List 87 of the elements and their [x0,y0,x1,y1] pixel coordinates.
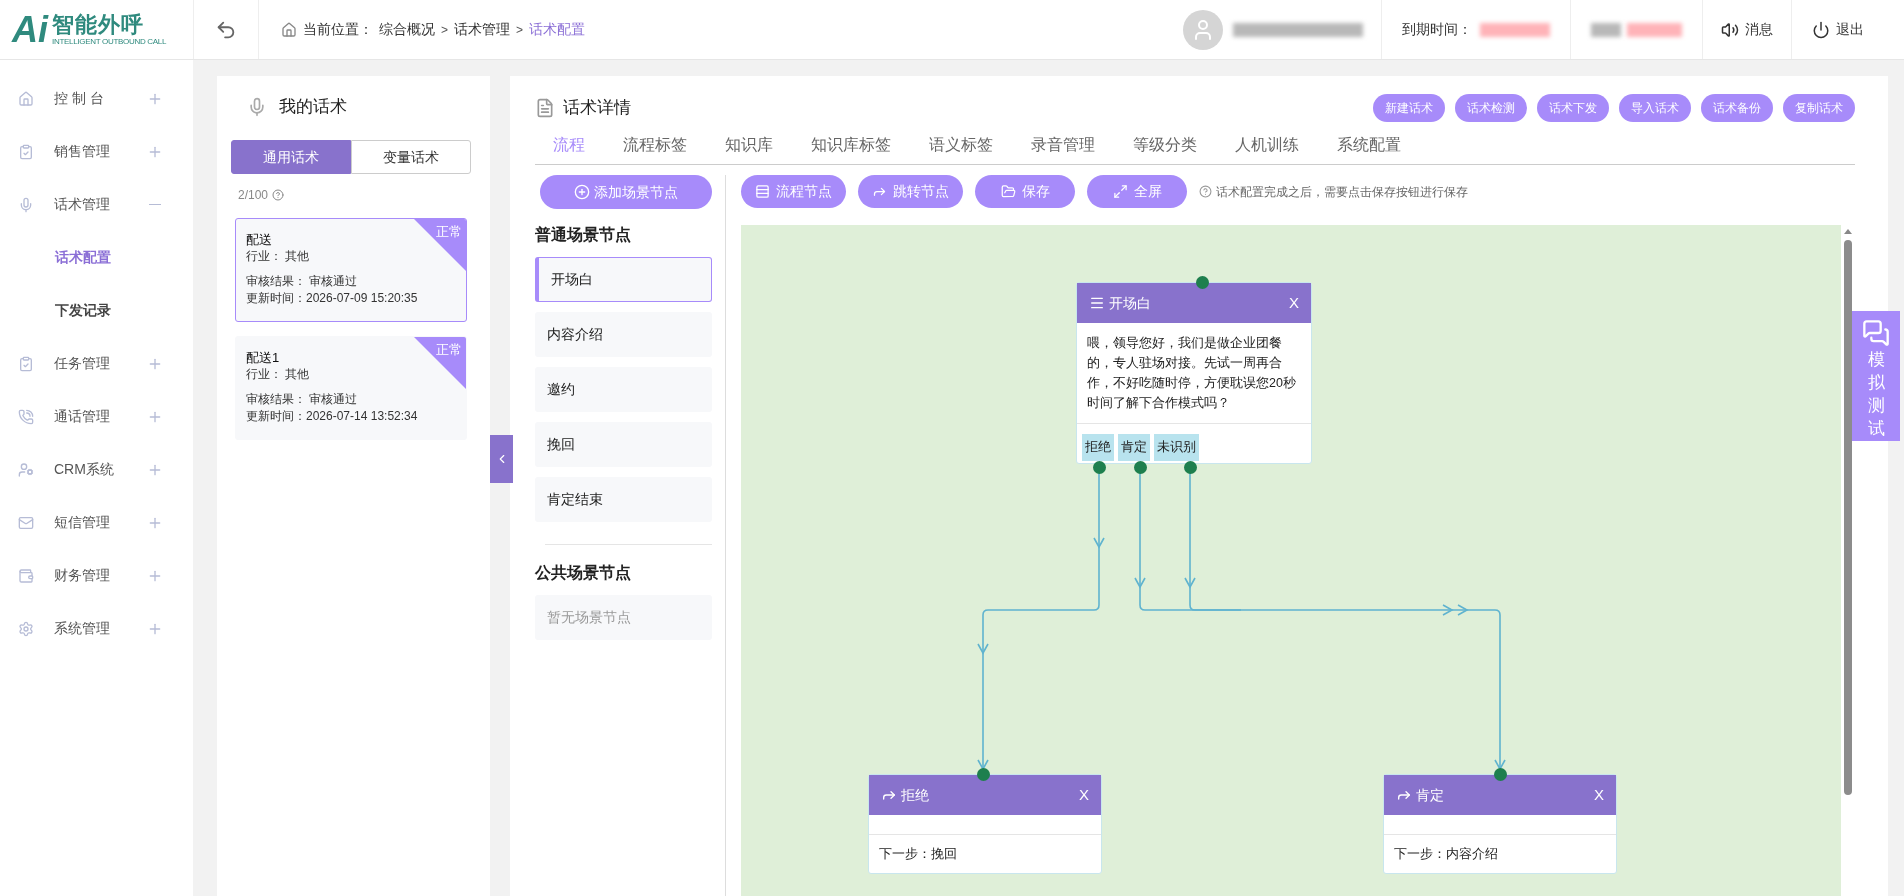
logout-button[interactable]: 退出 [1791,0,1884,59]
chat-icon [1862,319,1890,347]
flow-node[interactable]: 开场白 X 喂，领导您好，我们是做企业团餐的，专人驻场对接。先试一周再合作，不好吃随时停，方便耽误您20秒时间了解下合作模式吗？ 拒绝 肯定 未识别 [1076,282,1312,464]
scene-node-item[interactable]: 内容介绍 [535,312,712,357]
scene-node-item[interactable]: 肯定结束 [535,477,712,522]
industry-text: 行业： 其他 [246,248,311,265]
flow-node[interactable]: 拒绝 X 下一步：挽回 [868,774,1102,874]
close-button[interactable]: X [1079,783,1089,807]
expiry-label: 到期时间： [1402,20,1472,39]
submenu-item[interactable]: 下发记录 [0,284,193,337]
home-icon [281,21,297,38]
scene-node-item[interactable]: 邀约 [535,367,712,412]
script-card[interactable]: 正常 配送1 行业： 其他 审核结果： 审核通过 更新时间：2026-07-14 13:52:34 [235,336,467,440]
script-card[interactable]: 正常 配送 行业： 其他 审核结果： 审核通过 更新时间：2026-07-09 15:20:35 [235,218,467,322]
sidebar-item[interactable]: CRM系统 [0,443,193,496]
breadcrumb-link[interactable]: 话术配置 [529,19,586,40]
toolbar-icon [755,184,770,199]
branch-tag: 未识别 [1154,434,1199,461]
next-step-text: 下一步：内容介绍 [1393,845,1499,864]
script-type-tab[interactable]: 变量话术 [351,140,471,174]
next-step-text: 下一步：挽回 [878,845,958,864]
breadcrumb-link[interactable]: 综合概况 [379,19,435,40]
script-count: 2/100 [238,187,269,204]
blurred-text [1627,22,1682,37]
status-label: 正常 [436,223,462,240]
power-icon [1812,20,1830,39]
node-title: 拒绝 [901,785,930,805]
detail-tab[interactable]: 系统配置 [1337,132,1401,157]
collapse-icon [149,203,161,206]
document-icon [535,98,555,118]
close-button[interactable]: X [1289,291,1299,315]
hint-text: 话术配置完成之后，需要点击保存按钮进行保存 [1216,183,1468,201]
plus-circle-icon [574,184,590,200]
review-text: 审核结果： 审核通过 [246,273,359,290]
scroll-up-arrow[interactable] [1844,229,1852,234]
close-button[interactable]: X [1594,783,1604,807]
updated-text: 更新时间：2026-07-09 15:20:35 [246,290,419,307]
empty-node-item: 暂无场景节点 [535,595,712,640]
breadcrumb-label: 当前位置： [303,20,373,39]
toolbar-icon [1112,184,1128,199]
node-text: 喂，领导您好，我们是做企业团餐的，专人驻场对接。先试一周再合作，不好吃随时停，方便耽误您20秒时间了解下合作模式吗？ [1086,335,1297,412]
scrollbar-thumb[interactable] [1844,240,1852,795]
submenu-item[interactable]: 话术配置 [0,231,193,284]
scene-node-item[interactable]: 开场白 [535,257,712,302]
speaker-icon [1721,20,1739,39]
sidebar-item[interactable]: 短信管理 [0,496,193,549]
status-label: 正常 [436,341,462,358]
sidebar-item[interactable]: 任务管理 [0,337,193,390]
panel-title: 我的话术 [279,96,347,119]
script-type-tab[interactable]: 通用话术 [231,140,351,174]
node-title: 开场白 [1109,293,1152,313]
breadcrumb-link[interactable]: 话术管理 [454,19,510,40]
detail-tab[interactable]: 知识库 [725,132,773,157]
scene-node-item[interactable]: 挽回 [535,422,712,467]
detail-tab[interactable]: 语义标签 [929,132,993,157]
industry-text: 行业： 其他 [246,366,311,383]
detail-tab[interactable]: 人机训练 [1235,132,1299,157]
branch-tag: 肯定 [1118,434,1150,461]
script-name: 配送 [246,231,272,248]
breadcrumb-separator: > [516,21,524,39]
blurred-text [1591,22,1621,37]
detail-tab[interactable]: 流程标签 [623,132,687,157]
blurred-text [1480,22,1550,37]
toolbar-icon [1000,184,1016,199]
sidebar-item[interactable]: 通话管理 [0,390,193,443]
script-name: 配送1 [246,349,280,366]
breadcrumb-separator: > [441,21,448,39]
review-text: 审核结果： 审核通过 [246,391,359,408]
updated-text: 更新时间：2026-07-14 13:52:34 [246,408,419,425]
section-heading: 普通场景节点 [535,225,632,245]
help-icon [272,189,285,201]
detail-tab[interactable]: 录音管理 [1031,132,1095,157]
help-icon [1199,185,1212,198]
node-title: 肯定 [1416,785,1445,805]
branch-tag: 拒绝 [1082,434,1114,461]
sidebar-item[interactable]: 话术管理 [0,178,193,231]
sidebar-item[interactable]: 控 制 台 [0,72,193,125]
sidebar-item[interactable]: 销售管理 [0,125,193,178]
sidebar-item[interactable]: 财务管理 [0,549,193,602]
messages-button[interactable]: 消息 [1702,0,1791,59]
detail-tab[interactable]: 等级分类 [1133,132,1197,157]
detail-tab[interactable]: 知识库标签 [811,132,891,157]
sidebar-item[interactable]: 系统管理 [0,602,193,655]
section-heading: 公共场景节点 [535,563,632,583]
flow-node[interactable]: 肯定 X 下一步：内容介绍 [1383,774,1617,874]
detail-title: 话术详情 [563,97,632,120]
microphone-icon [247,97,267,117]
